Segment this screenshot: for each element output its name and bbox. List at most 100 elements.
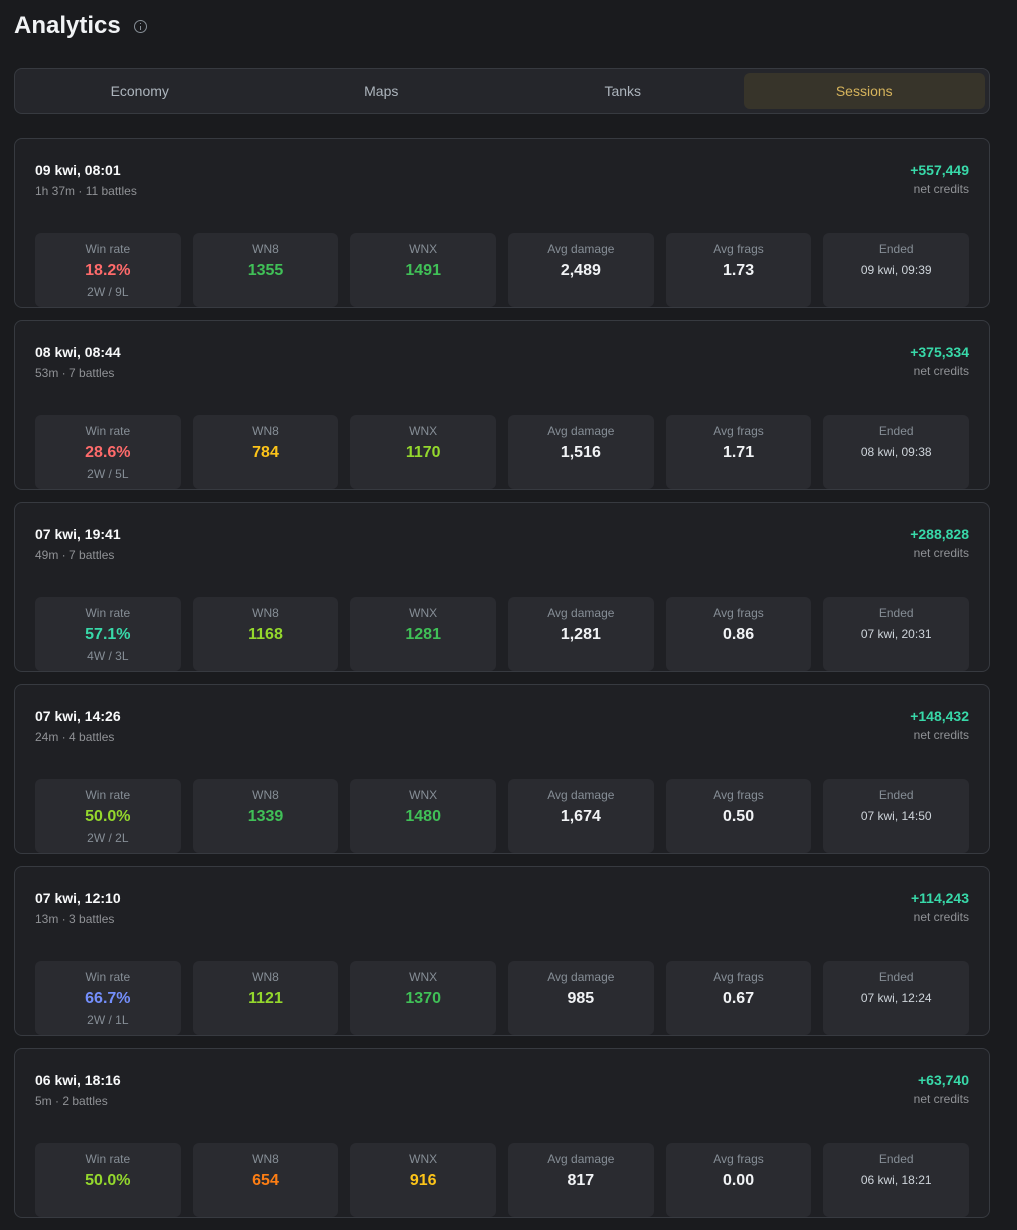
wn8-value: 1121	[248, 990, 283, 1007]
stat-label: WNX	[409, 242, 438, 256]
analytics-tabs: Economy Maps Tanks Sessions	[14, 68, 990, 114]
avg-damage-value: 1,281	[560, 626, 601, 643]
net-credits-label: net credits	[913, 728, 969, 742]
net-credits-value: +114,243	[910, 890, 969, 906]
net-credits-value: +557,449	[910, 162, 969, 178]
session-credits: +375,334 net credits	[910, 341, 969, 397]
page-header: Analytics	[14, 12, 147, 40]
session-header: 06 kwi, 18:16 5m · 2 battles +63,740 net…	[35, 1069, 969, 1125]
stat-label: Win rate	[85, 424, 131, 438]
stat-avg-damage: Avg damage 2,489	[508, 233, 654, 307]
stat-avg-frags: Avg frags 1.71	[665, 415, 812, 489]
net-credits-label: net credits	[913, 364, 969, 378]
page-title: Analytics	[14, 12, 121, 39]
tab-tanks[interactable]: Tanks	[502, 73, 744, 109]
stat-avg-frags: Avg frags 0.67	[665, 961, 812, 1035]
stat-label: WNX	[409, 606, 438, 620]
stat-label: Avg frags	[713, 970, 764, 984]
stat-label: Avg frags	[713, 606, 764, 620]
session-credits: +288,828 net credits	[910, 523, 969, 579]
session-header: 08 kwi, 08:44 53m · 7 battles +375,334 n…	[35, 341, 969, 397]
avg-damage-value: 817	[567, 1172, 595, 1189]
session-meta: 1h 37m · 11 battles	[35, 184, 137, 198]
session-header: 09 kwi, 08:01 1h 37m · 11 battles +557,4…	[35, 159, 969, 215]
stat-ended: Ended 09 kwi, 09:39	[823, 233, 970, 307]
stat-label: Ended	[878, 970, 914, 984]
avg-frags-value: 0.86	[722, 626, 755, 643]
avg-damage-value: 985	[567, 990, 595, 1007]
ended-value: 07 kwi, 20:31	[860, 627, 932, 641]
wnx-value: 1370	[405, 990, 441, 1007]
tab-economy[interactable]: Economy	[19, 73, 261, 109]
win-rate-value: 28.6%	[85, 444, 131, 461]
stat-label: WN8	[252, 424, 279, 438]
stat-label: WNX	[409, 788, 438, 802]
stat-label: Ended	[878, 788, 914, 802]
avg-frags-value: 0.67	[722, 990, 755, 1007]
session-meta: 24m · 4 battles	[35, 730, 115, 744]
stat-ended: Ended 08 kwi, 09:38	[823, 415, 970, 489]
stat-label: Avg damage	[547, 606, 615, 620]
net-credits-label: net credits	[913, 910, 969, 924]
net-credits-label: net credits	[913, 1092, 969, 1106]
stat-avg-frags: Avg frags 0.50	[665, 779, 812, 853]
wn8-value: 1168	[248, 626, 283, 643]
session-date: 06 kwi, 18:16	[35, 1072, 121, 1088]
wn8-value: 654	[252, 1172, 279, 1189]
session-date: 07 kwi, 14:26	[35, 708, 121, 724]
stat-wn8: WN8 1339	[192, 779, 339, 853]
stat-ended: Ended 07 kwi, 20:31	[823, 597, 970, 671]
avg-damage-value: 1,674	[560, 808, 601, 825]
win-loss-record: 2W / 5L	[87, 467, 129, 481]
net-credits-value: +288,828	[910, 526, 969, 542]
stat-win-rate: Win rate 66.7% 2W / 1L	[35, 961, 181, 1035]
wnx-value: 1491	[405, 262, 441, 279]
stat-label: Avg damage	[547, 788, 615, 802]
session-header: 07 kwi, 12:10 13m · 3 battles +114,243 n…	[35, 887, 969, 943]
wn8-value: 1339	[247, 808, 284, 825]
avg-frags-value: 0.50	[722, 808, 755, 825]
session-stats: Win rate 66.7% 2W / 1L WN8 1121 WNX 1370…	[35, 961, 970, 1035]
net-credits-value: +148,432	[910, 708, 969, 724]
ended-value: 07 kwi, 14:50	[860, 809, 932, 823]
stat-label: WNX	[409, 1152, 438, 1166]
stat-label: WN8	[252, 1152, 279, 1166]
session-card: 07 kwi, 14:26 24m · 4 battles +148,432 n…	[14, 684, 990, 854]
session-credits: +114,243 net credits	[911, 887, 969, 943]
tab-sessions[interactable]: Sessions	[743, 73, 985, 109]
session-date: 07 kwi, 12:10	[35, 890, 121, 906]
stat-ended: Ended 07 kwi, 14:50	[823, 779, 970, 853]
avg-frags-value: 1.71	[722, 444, 755, 461]
session-meta: 53m · 7 battles	[35, 366, 115, 380]
ended-value: 08 kwi, 09:38	[860, 445, 932, 459]
stat-label: Win rate	[85, 788, 131, 802]
stat-win-rate: Win rate 18.2% 2W / 9L	[35, 233, 181, 307]
stat-avg-damage: Avg damage 985	[508, 961, 654, 1035]
stat-label: WN8	[252, 242, 279, 256]
stat-avg-damage: Avg damage 817	[508, 1143, 654, 1217]
tab-maps[interactable]: Maps	[261, 73, 503, 109]
avg-frags-value: 1.73	[722, 262, 755, 279]
stat-label: Avg frags	[713, 424, 764, 438]
sessions-list: 09 kwi, 08:01 1h 37m · 11 battles +557,4…	[14, 138, 990, 1230]
session-date: 07 kwi, 19:41	[35, 526, 121, 542]
info-icon[interactable]	[133, 19, 147, 33]
session-date: 08 kwi, 08:44	[35, 344, 121, 360]
win-loss-record: 2W / 1L	[87, 1013, 129, 1027]
session-credits: +63,740 net credits	[914, 1069, 969, 1125]
session-credits: +557,449 net credits	[910, 159, 969, 215]
session-card: 07 kwi, 12:10 13m · 3 battles +114,243 n…	[14, 866, 990, 1036]
stat-label: Avg damage	[547, 424, 615, 438]
stat-wnx: WNX 916	[350, 1143, 497, 1217]
stat-label: Avg frags	[713, 788, 764, 802]
stat-win-rate: Win rate 50.0%	[35, 1143, 181, 1217]
ended-value: 06 kwi, 18:21	[860, 1173, 932, 1187]
stat-wn8: WN8 1168	[192, 597, 339, 671]
win-rate-value: 50.0%	[85, 1172, 131, 1189]
session-card: 07 kwi, 19:41 49m · 7 battles +288,828 n…	[14, 502, 990, 672]
session-stats: Win rate 50.0% 2W / 2L WN8 1339 WNX 1480…	[35, 779, 970, 853]
avg-damage-value: 1,516	[560, 444, 601, 461]
stat-wn8: WN8 1355	[192, 233, 339, 307]
stat-label: Avg damage	[547, 242, 615, 256]
stat-label: Win rate	[85, 1152, 131, 1166]
